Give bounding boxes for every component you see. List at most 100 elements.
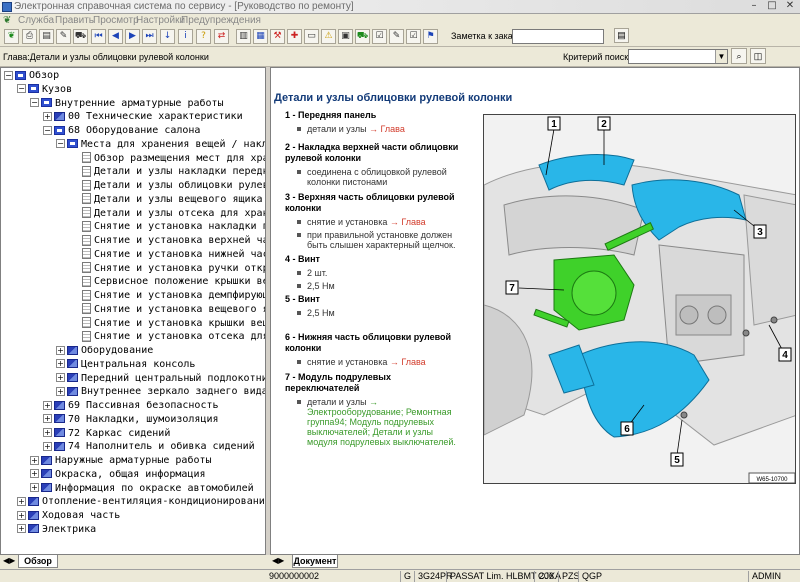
tree-item[interactable]: Снятие и установка верхней части о (69, 234, 265, 248)
tree-item[interactable]: + Отопление-вентиляция-кондиционирование (17, 495, 265, 509)
forward-icon[interactable]: ▶ (125, 29, 140, 44)
tree-item[interactable]: − Кузов (17, 83, 72, 97)
expand-icon[interactable]: + (56, 373, 65, 382)
car-icon[interactable]: ⛟ (355, 29, 370, 44)
down-arrow-icon[interactable]: ↓ (160, 29, 175, 44)
menu-settings[interactable]: Настройки (136, 15, 185, 26)
document-icon[interactable]: ▤ (39, 29, 54, 44)
expand-icon[interactable]: + (17, 524, 26, 534)
tree-item[interactable]: Детали и узлы накладки передней п (69, 165, 265, 179)
checklist-icon[interactable]: ☑ (372, 29, 387, 44)
menu-warnings[interactable]: Предупреждения (181, 15, 261, 26)
tree-item[interactable]: Снятие и установка нижней части об (69, 248, 265, 262)
tree-item[interactable]: Детали и узлы отсека для хранения (69, 207, 265, 221)
tree-item[interactable]: + Ходовая часть (17, 509, 120, 523)
collapse-icon[interactable]: − (56, 139, 65, 149)
menu-edit[interactable]: Править (55, 15, 94, 26)
tree-item[interactable]: + Передний центральный подлокотник (56, 372, 265, 386)
expand-icon[interactable]: + (17, 496, 26, 506)
book-icon[interactable]: ▥ (236, 29, 251, 44)
order-note-input[interactable] (512, 29, 604, 44)
tree-item[interactable]: Обзор размещения мест для хранени (69, 152, 265, 166)
menu-service[interactable]: Служба (18, 15, 54, 26)
minimize-button[interactable]: – (746, 1, 762, 12)
tab-scroll-icon[interactable]: ◀▶ (3, 556, 15, 565)
collapse-icon[interactable]: − (30, 98, 39, 107)
swap-icon[interactable]: ⇄ (214, 29, 229, 44)
expand-icon[interactable]: + (56, 386, 65, 396)
folder-icon[interactable]: ▭ (304, 29, 319, 44)
tree-item[interactable]: Снятие и установка накладки перед (69, 220, 265, 234)
tree-item[interactable]: + Окраска, общая информация (30, 468, 206, 482)
help-icon[interactable]: ? (196, 29, 211, 44)
tree-item[interactable]: Снятие и установка ручки открыван (69, 262, 265, 276)
tree-item[interactable]: +00 Технические характеристики (43, 110, 243, 124)
leaf-icon[interactable]: ❦ (4, 29, 19, 44)
maximize-button[interactable]: □ (764, 1, 780, 12)
tree-item[interactable]: Снятие и установка крышки вещевог (69, 317, 265, 331)
expand-icon[interactable]: + (43, 400, 52, 410)
last-page-icon[interactable]: ⏭ (142, 29, 157, 44)
expand-icon[interactable]: + (30, 455, 39, 465)
tree-item[interactable]: +69 Пассивная безопасность (43, 399, 219, 413)
expand-icon[interactable]: + (43, 111, 52, 121)
tree-item[interactable]: Детали и узлы облицовки рулевой к (69, 179, 265, 193)
tree-item[interactable]: Снятие и установка отсека для хра (69, 330, 265, 344)
tree-item[interactable]: + Электрика (17, 523, 96, 537)
menu-view[interactable]: Просмотр (93, 15, 139, 26)
info-icon[interactable]: i (178, 29, 193, 44)
chapter-link[interactable]: → Глава (390, 217, 426, 227)
diagnosis-icon[interactable]: ✚ (287, 29, 302, 44)
tree-item[interactable]: + Внутреннее зеркало заднего вида (56, 385, 265, 399)
tree-item[interactable]: − Внутренние арматурные работы (30, 97, 224, 111)
chevron-down-icon[interactable]: ▼ (715, 50, 727, 63)
tree-item[interactable]: +70 Накладки, шумоизоляция (43, 413, 219, 427)
bookmark-icon[interactable]: ⚑ (423, 29, 438, 44)
collapse-icon[interactable]: − (4, 70, 13, 80)
expand-icon[interactable]: + (43, 414, 52, 424)
clear-search-button[interactable]: ◫ (750, 48, 766, 64)
tab-document[interactable]: Документ (292, 555, 338, 568)
tab-overview[interactable]: Обзор (18, 555, 58, 568)
collapse-icon[interactable]: − (17, 84, 26, 94)
tree-item[interactable]: +72 Каркас сидений (43, 427, 170, 441)
expand-icon[interactable]: + (30, 469, 39, 479)
tool-icon[interactable]: ⚒ (270, 29, 285, 44)
expand-icon[interactable]: + (56, 345, 65, 355)
expand-icon[interactable]: + (17, 510, 26, 520)
search-button[interactable]: ⌕ (731, 48, 747, 64)
first-page-icon[interactable]: ⏮ (91, 29, 106, 44)
vehicle-icon[interactable]: ⛟ (73, 29, 88, 44)
close-button[interactable]: ✕ (782, 1, 798, 12)
expand-icon[interactable]: + (56, 359, 65, 369)
catalog-icon[interactable]: ▦ (253, 29, 268, 44)
tree-item[interactable]: + Наружные арматурные работы (30, 454, 212, 468)
tree-item[interactable]: + Центральная консоль (56, 358, 195, 372)
tree-item[interactable]: − Обзор (4, 69, 59, 83)
tree-item[interactable]: + Оборудование (56, 344, 153, 358)
tree-item[interactable]: +74 Наполнитель и обивка сидений (43, 440, 255, 454)
tree-item[interactable]: Сервисное положение крышки вещев (69, 275, 265, 289)
warning-icon[interactable]: ⚠ (321, 29, 336, 44)
tree-item[interactable]: Снятие и установка вещевого ящика (69, 303, 265, 317)
expand-icon[interactable]: + (43, 441, 52, 451)
expand-icon[interactable]: + (30, 483, 39, 492)
search-criteria-select[interactable]: ▼ (628, 49, 728, 64)
notes-icon[interactable]: ✎ (389, 29, 404, 44)
back-icon[interactable]: ◀ (108, 29, 123, 44)
print-icon[interactable]: ⎙ (22, 29, 37, 44)
order-note-button[interactable]: ▤ (614, 28, 629, 43)
tree-item[interactable]: − 68 Оборудование салона (43, 124, 200, 138)
tree-item[interactable]: Детали и узлы вещевого ящика (69, 193, 263, 207)
expand-icon[interactable]: + (43, 428, 52, 437)
clipboard-icon[interactable]: ☑ (406, 29, 421, 44)
tab-scroll-icon-right[interactable]: ◀▶ (272, 556, 284, 565)
chapter-link[interactable]: → Глава (369, 124, 405, 134)
tree-item[interactable]: Снятие и установка демпфирующего (69, 289, 265, 303)
chapter-link[interactable]: → Глава (390, 357, 426, 367)
monitor-icon[interactable]: ▣ (338, 29, 353, 44)
collapse-icon[interactable]: − (43, 125, 52, 135)
tree-item[interactable]: + Информация по окраске автомобилей (30, 482, 254, 496)
edit-icon[interactable]: ✎ (56, 29, 71, 44)
tree-item[interactable]: − Места для хранения вещей / накладк (56, 138, 265, 152)
